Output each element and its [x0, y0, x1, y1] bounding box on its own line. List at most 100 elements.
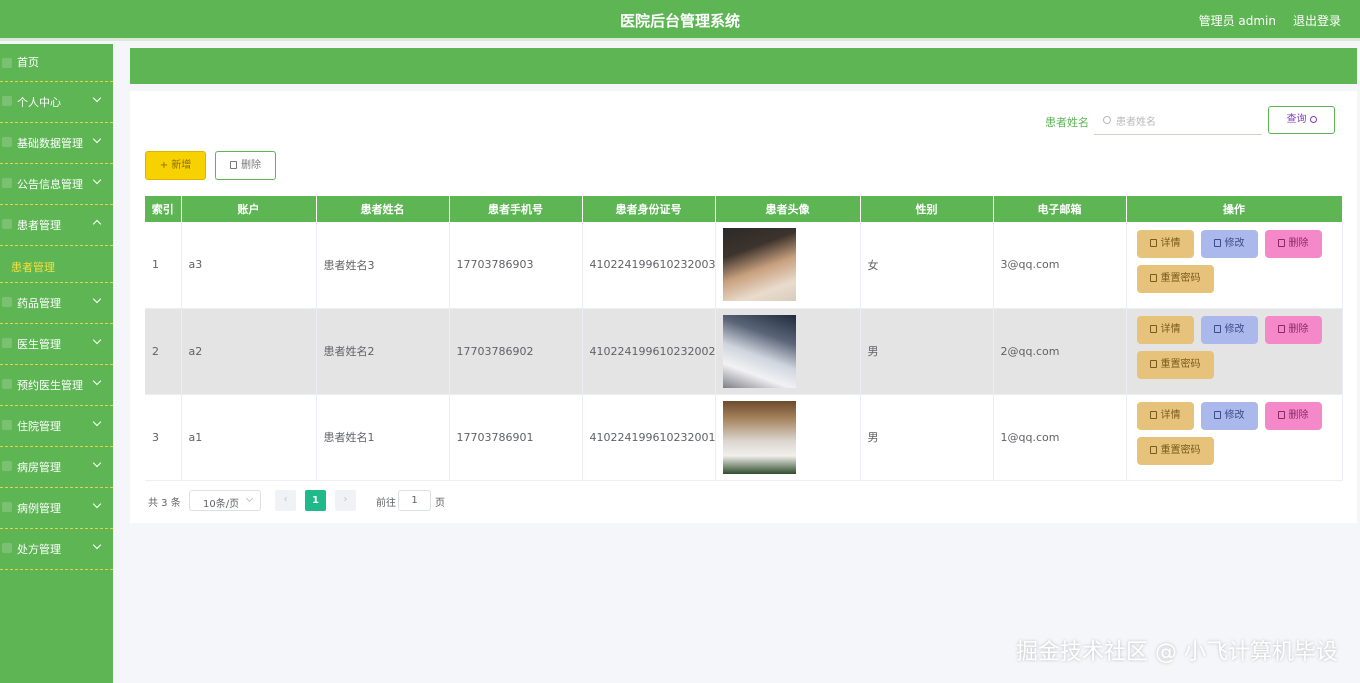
table-row: 1 a3 患者姓名3 17703786903 41022419961023200…	[145, 222, 1343, 309]
cell-actions: 详情 修改 删除 重置密码	[1126, 308, 1343, 395]
menu-icon	[2, 461, 12, 471]
patient-avatar-image[interactable]	[722, 228, 796, 302]
table-row: 3 a1 患者姓名1 17703786901 41022419961023200…	[145, 394, 1343, 481]
detail-label: 详情	[1160, 237, 1181, 249]
delete-button[interactable]: 删除	[1264, 229, 1322, 258]
sidebar-item-home[interactable]: 首页	[0, 44, 113, 82]
column-header[interactable]: 索引	[145, 196, 182, 222]
cell-index: 2	[145, 308, 182, 395]
cell-name: 患者姓名3	[316, 222, 450, 309]
next-page-button[interactable]: ›	[335, 490, 356, 511]
sidebar-item-inpatient[interactable]: 住院管理	[0, 406, 113, 447]
sidebar-item-medicine[interactable]: 药品管理	[0, 283, 113, 324]
column-header[interactable]: 患者手机号	[449, 196, 583, 222]
cell-phone: 17703786902	[449, 308, 583, 395]
sidebar-item-label: 预约医生管理	[17, 379, 83, 392]
reset-label: 重置密码	[1160, 445, 1201, 456]
cell-idcard: 410224199610232001	[582, 394, 716, 481]
batch-delete-button[interactable]: 删除	[215, 151, 276, 180]
page-number-current[interactable]: 1	[305, 490, 326, 511]
sidebar-item-appointments[interactable]: 预约医生管理	[0, 365, 113, 406]
edit-icon	[1213, 238, 1221, 247]
detail-button[interactable]: 详情	[1136, 402, 1194, 430]
sidebar-item-label: 病房管理	[17, 461, 61, 474]
document-icon	[1149, 273, 1157, 282]
column-header[interactable]: 操作	[1126, 196, 1343, 222]
top-header: 医院后台管理系统 管理员 admin 退出登录	[0, 0, 1360, 41]
cell-gender: 男	[860, 394, 994, 481]
edit-icon	[1213, 411, 1221, 419]
chevron-down-icon	[92, 417, 102, 427]
query-button[interactable]: 查询	[1268, 106, 1335, 134]
edit-label: 修改	[1224, 410, 1245, 421]
cell-name: 患者姓名2	[316, 308, 450, 395]
prev-page-button[interactable]: ‹	[275, 490, 296, 511]
chevron-down-icon	[92, 499, 102, 509]
document-icon	[1149, 446, 1157, 454]
sidebar-item-label: 基础数据管理	[17, 137, 83, 150]
reset-password-button[interactable]: 重置密码	[1136, 351, 1214, 379]
column-header[interactable]: 电子邮箱	[993, 196, 1127, 222]
menu-icon	[2, 178, 12, 188]
cell-phone: 17703786903	[449, 222, 583, 309]
reset-password-button[interactable]: 重置密码	[1136, 437, 1214, 465]
edit-button[interactable]: 修改	[1200, 402, 1258, 430]
sidebar: 首页 个人中心 基础数据管理 公告信息管理 患者管理 患者管理 药品管理 医生管…	[0, 44, 113, 683]
search-box[interactable]	[1094, 109, 1262, 135]
edit-button[interactable]: 修改	[1200, 316, 1258, 344]
sidebar-item-wards[interactable]: 病房管理	[0, 447, 113, 488]
page-size-select[interactable]: 10条/页	[189, 490, 261, 511]
search-input[interactable]	[1116, 113, 1256, 131]
cell-idcard: 410224199610232002	[582, 308, 716, 395]
cell-account: a3	[181, 222, 317, 309]
sidebar-item-basic-data[interactable]: 基础数据管理	[0, 123, 113, 164]
edit-button[interactable]: 修改	[1200, 229, 1258, 258]
patient-avatar-image[interactable]	[722, 400, 796, 474]
document-icon	[1149, 360, 1157, 368]
cell-email: 2@qq.com	[993, 308, 1127, 395]
sidebar-item-patients[interactable]: 患者管理	[0, 205, 113, 246]
goto-page-input[interactable]: 1	[398, 490, 431, 511]
sidebar-item-notice[interactable]: 公告信息管理	[0, 164, 113, 205]
sidebar-item-personal-center[interactable]: 个人中心	[0, 82, 113, 123]
column-header[interactable]: 账户	[181, 196, 317, 222]
chevron-down-icon	[245, 494, 254, 503]
query-button-label: 查询	[1286, 114, 1307, 125]
column-header[interactable]: 患者姓名	[316, 196, 450, 222]
delete-button[interactable]: 删除	[1264, 402, 1322, 430]
main-panel: 患者姓名 查询 + 新增 删除 索引 账户 患者姓名 患者手机号 患者身份证号 …	[130, 91, 1357, 523]
chevron-down-icon	[92, 376, 102, 386]
detail-button[interactable]: 详情	[1136, 316, 1194, 344]
chevron-down-icon	[92, 540, 102, 550]
cell-avatar	[715, 222, 861, 309]
delete-button[interactable]: 删除	[1264, 316, 1322, 344]
table-header-row: 索引 账户 患者姓名 患者手机号 患者身份证号 患者头像 性别 电子邮箱 操作	[145, 196, 1343, 222]
reset-password-button[interactable]: 重置密码	[1136, 264, 1214, 293]
delete-label: 删除	[1288, 410, 1309, 421]
sidebar-item-label: 处方管理	[17, 543, 61, 556]
detail-label: 详情	[1160, 410, 1181, 421]
cell-account: a2	[181, 308, 317, 395]
patient-avatar-image[interactable]	[722, 314, 796, 388]
sidebar-item-label: 首页	[17, 56, 39, 69]
menu-icon	[2, 502, 12, 512]
sidebar-item-cases[interactable]: 病例管理	[0, 488, 113, 529]
add-button[interactable]: + 新增	[145, 151, 206, 180]
detail-button[interactable]: 详情	[1136, 229, 1194, 258]
cell-avatar	[715, 308, 861, 395]
user-icon	[2, 96, 12, 106]
column-header[interactable]: 患者身份证号	[582, 196, 716, 222]
trash-icon	[1277, 411, 1285, 419]
column-header[interactable]: 性别	[860, 196, 994, 222]
column-header[interactable]: 患者头像	[715, 196, 861, 222]
logout-link[interactable]: 退出登录	[1293, 12, 1341, 29]
sidebar-subitem-patients[interactable]: 患者管理	[0, 246, 113, 283]
cell-actions: 详情 修改 删除 重置密码	[1126, 222, 1343, 309]
edit-icon	[1213, 325, 1221, 333]
menu-icon	[2, 420, 12, 430]
sidebar-item-doctors[interactable]: 医生管理	[0, 324, 113, 365]
reset-label: 重置密码	[1160, 359, 1201, 370]
page-banner	[130, 48, 1357, 84]
document-icon	[1149, 238, 1157, 247]
sidebar-item-prescriptions[interactable]: 处方管理	[0, 529, 113, 570]
